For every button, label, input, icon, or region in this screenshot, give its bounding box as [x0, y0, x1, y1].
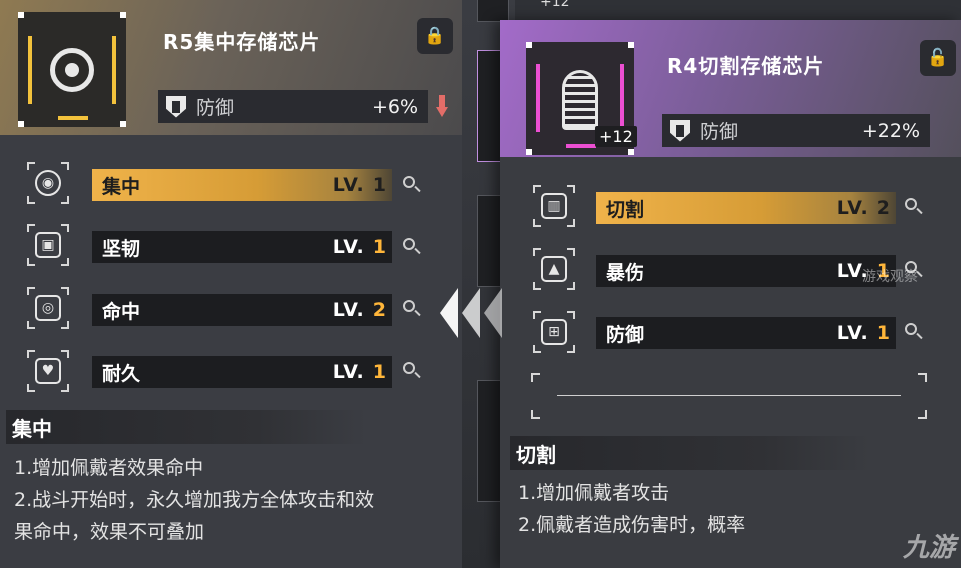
- skill-name: 坚韧: [102, 237, 141, 260]
- equipped-chip-card: R5集中存储芯片 🔒 防御 +6% ◉ 集中 LV. 1 ▣ 坚韧 LV. 1: [0, 0, 462, 568]
- skill-name: 命中: [102, 300, 141, 323]
- compare-arrow-icon: [440, 288, 512, 338]
- skill-level-label: LV.: [836, 197, 869, 219]
- saw-blade-icon: [562, 70, 598, 130]
- magnify-icon[interactable]: [905, 323, 923, 341]
- skill-desc-line: 1.增加佩戴者攻击: [518, 482, 670, 504]
- main-stat-name: 防御: [196, 97, 235, 119]
- skill-row[interactable]: 集中 LV. 1: [92, 169, 392, 201]
- skill-row[interactable]: 暴伤 LV. 1: [596, 255, 896, 287]
- skill-desc-line: 2.佩戴者造成伤害时，概率: [518, 514, 746, 536]
- skill-desc-title: 切割: [510, 436, 870, 470]
- skill-desc-text: 1.增加佩戴者攻击 2.佩戴者造成伤害时，概率: [518, 477, 745, 541]
- skill-level-label: LV.: [332, 236, 365, 258]
- lock-toggle-button[interactable]: 🔓: [920, 40, 956, 76]
- magnify-icon[interactable]: [403, 238, 421, 256]
- shield-icon: [670, 119, 690, 142]
- main-stat-row: 防御 +22%: [662, 114, 930, 147]
- saw-blade-icon: ▥: [533, 185, 575, 227]
- defense-shield-icon: ⊞: [533, 311, 575, 353]
- lock-toggle-button[interactable]: 🔒: [417, 18, 453, 54]
- stat-decrease-arrow-icon: [436, 95, 448, 119]
- magnify-icon[interactable]: [403, 300, 421, 318]
- skill-name: 防御: [606, 323, 645, 346]
- magnify-icon[interactable]: [403, 176, 421, 194]
- skill-desc-line: 1.增加佩戴者效果命中: [14, 457, 204, 479]
- focus-eye-icon: [50, 48, 94, 92]
- skill-level-value: 1: [372, 236, 386, 258]
- main-stat-name: 防御: [700, 121, 739, 143]
- skill-row[interactable]: 坚韧 LV. 1: [92, 231, 392, 263]
- compare-chip-title: R4切割存储芯片: [667, 54, 825, 78]
- skill-name: 切割: [606, 198, 645, 221]
- lock-open-icon: 🔓: [927, 48, 949, 68]
- compare-chip-card: +12 R4切割存储芯片 🔓 防御 +22% ▥ 切割 LV. 2 ▲ 暴伤 L…: [500, 20, 961, 568]
- robot-armor-icon: ▣: [27, 224, 69, 266]
- target-icon: ◎: [27, 287, 69, 329]
- heart-plus-icon: ♥: [27, 350, 69, 392]
- skill-level-value: 2: [876, 197, 890, 219]
- skill-level-value: 1: [876, 322, 890, 344]
- skill-row[interactable]: 耐久 LV. 1: [92, 356, 392, 388]
- skill-desc-line: 2.战斗开始时，永久增加我方全体攻击和效: [14, 489, 375, 511]
- empty-skill-slot: [531, 373, 927, 419]
- skill-level-value: 1: [372, 174, 386, 196]
- skill-name: 暴伤: [606, 261, 645, 284]
- main-stat-value: +6%: [371, 95, 418, 118]
- skill-level-value: 2: [372, 299, 386, 321]
- focus-eye-icon: ◉: [27, 162, 69, 204]
- equipped-chip-title: R5集中存储芯片: [163, 30, 321, 54]
- skill-desc-title: 集中: [6, 410, 366, 444]
- main-stat-row: 防御 +6%: [158, 90, 428, 123]
- magnify-icon[interactable]: [905, 198, 923, 216]
- background-chip-slot[interactable]: [477, 0, 509, 22]
- skill-row[interactable]: 命中 LV. 2: [92, 294, 392, 326]
- skill-desc-text: 1.增加佩戴者效果命中 2.战斗开始时，永久增加我方全体攻击和效 果命中，效果不…: [14, 452, 374, 548]
- skill-level-label: LV.: [836, 322, 869, 344]
- skill-desc-line: 果命中，效果不可叠加: [14, 521, 205, 543]
- skill-level-label: LV.: [332, 174, 365, 196]
- enhance-level-badge: +12: [595, 126, 637, 147]
- skill-level-value: 1: [372, 361, 386, 383]
- equipped-chip-image: [18, 12, 126, 127]
- skill-name: 耐久: [102, 362, 141, 385]
- skill-level-label: LV.: [332, 299, 365, 321]
- skill-row[interactable]: 防御 LV. 1: [596, 317, 896, 349]
- skill-level-label: LV.: [332, 361, 365, 383]
- skill-row[interactable]: 切割 LV. 2: [596, 192, 896, 224]
- crit-damage-icon: ▲: [533, 248, 575, 290]
- lock-closed-icon: 🔒: [424, 26, 446, 46]
- background-enhance-label: +12: [540, 0, 570, 10]
- main-stat-value: +22%: [861, 119, 920, 142]
- skill-name: 集中: [102, 175, 141, 198]
- shield-icon: [166, 95, 186, 118]
- magnify-icon[interactable]: [403, 362, 421, 380]
- brand-watermark: 九游: [902, 533, 955, 563]
- site-watermark: 游戏观察: [862, 269, 918, 285]
